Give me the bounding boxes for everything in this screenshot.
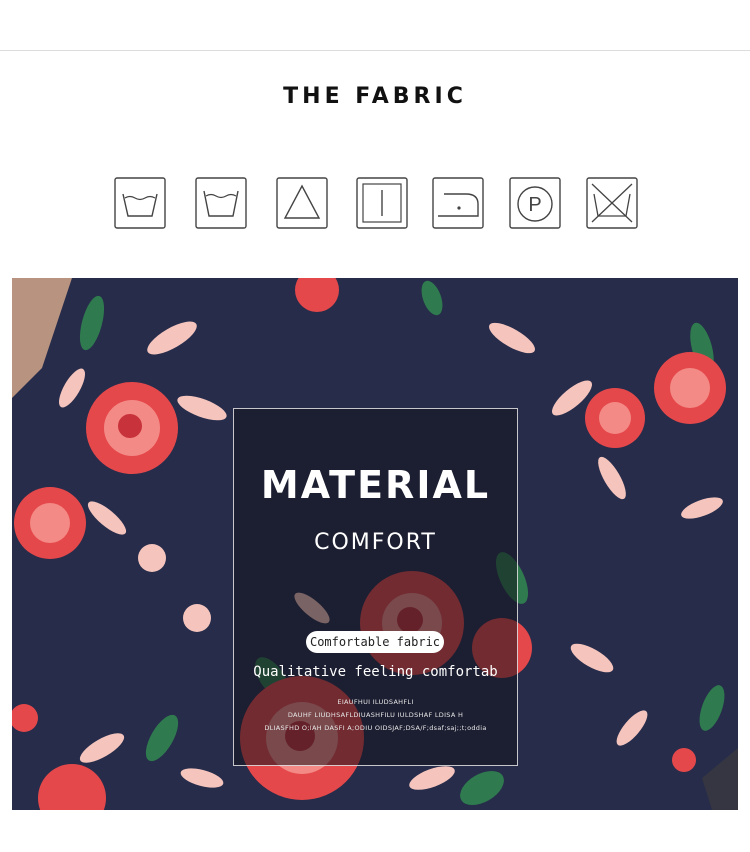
fine-print-line: DAUHF LIUDHSAFLDIUASHFILU IULDSHAF LDISA… [287, 711, 464, 719]
hand-wash-icon [114, 176, 166, 230]
material-headline: MATERIAL [260, 463, 491, 507]
comfort-subhead: COMFORT [314, 530, 437, 555]
dry-clean-p-icon: P [509, 176, 561, 230]
comfortable-fabric-badge: Comfortable fabric [306, 631, 444, 653]
section-title: THE FABRIC [283, 84, 467, 109]
iron-low-heat-icon [432, 176, 484, 230]
fine-print-line: DLIASFHD O;IAH DASFI A;ODIU OIDSJAF;DSA/… [264, 724, 487, 732]
top-divider [0, 50, 750, 51]
material-overlay-panel: MATERIAL COMFORT Comfortable fabric Qual… [233, 408, 518, 766]
dry-clean-letter: P [528, 194, 541, 216]
machine-wash-icon [195, 176, 247, 230]
line-dry-icon [356, 176, 408, 230]
feature-tagline: Qualitative feeling comfortab [253, 664, 498, 680]
do-not-tumble-dry-icon [586, 176, 638, 230]
bleach-allowed-icon [276, 176, 328, 230]
fine-print-line: EIAUFHUI ILUDSAHFLI [337, 698, 414, 706]
